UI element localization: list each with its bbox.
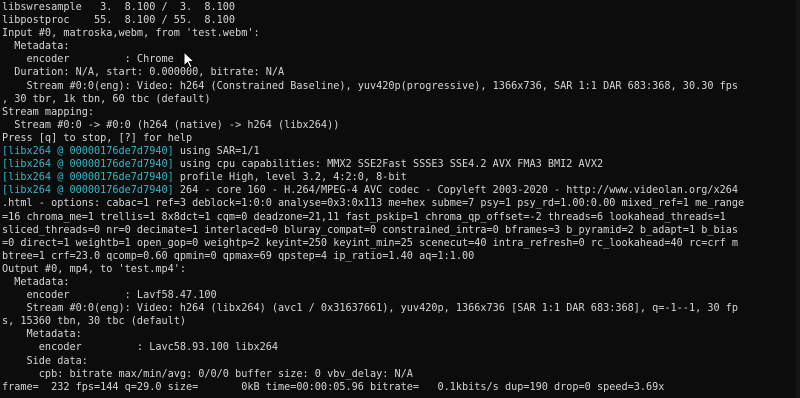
line-text: =0 direct=1 weightb=1 open_gop=0 weightp… xyxy=(2,237,739,249)
line-text: frame= 232 fps=144 q=29.0 size= 0kB time… xyxy=(2,381,665,393)
terminal-line: .html - options: cabac=1 ref=3 deblock=1… xyxy=(2,197,800,210)
terminal-line: Metadata: xyxy=(2,328,800,341)
line-text: Press [q] to stop, [?] for help xyxy=(2,132,193,144)
terminal-window[interactable]: libswresample 3. 8.100 / 3. 8.100 libpost… xyxy=(0,0,800,398)
terminal-line: [libx264 @ 00000176de7d7940] profile Hig… xyxy=(2,171,800,184)
terminal-line: cpb: bitrate max/min/avg: 0/0/0 buffer s… xyxy=(2,368,800,381)
line-text: sliced_threads=0 nr=0 decimate=1 interla… xyxy=(2,224,739,236)
line-text: Duration: N/A, start: 0.000000, bitrate:… xyxy=(2,67,285,79)
log-source-tag: [libx264 @ 00000176de7d7940] xyxy=(2,172,174,184)
terminal-line: Output #0, mp4, to 'test.mp4': xyxy=(2,263,800,276)
line-text: btree=1 crf=23.0 qcomp=0.60 qpmin=0 qpma… xyxy=(2,250,475,262)
terminal-line: Duration: N/A, start: 0.000000, bitrate:… xyxy=(2,66,800,79)
line-text: s, 15360 tbn, 30 tbc (default) xyxy=(2,316,187,328)
line-text: =16 chroma_me=1 trellis=1 8x8dct=1 cqm=0… xyxy=(2,211,726,223)
log-source-tag: [libx264 @ 00000176de7d7940] xyxy=(2,159,174,171)
log-source-tag: [libx264 @ 00000176de7d7940] xyxy=(2,146,174,158)
terminal-line: Stream mapping: xyxy=(2,106,800,119)
terminal-output: libswresample 3. 8.100 / 3. 8.100 libpost… xyxy=(2,1,800,394)
terminal-line: Side data: xyxy=(2,355,800,368)
line-text: Side data: xyxy=(2,355,88,367)
terminal-line: =0 direct=1 weightb=1 open_gop=0 weightp… xyxy=(2,237,800,250)
terminal-line: encoder : Lavc58.93.100 libx264 xyxy=(2,341,800,354)
mouse-pointer-icon xyxy=(183,51,195,69)
line-text: Input #0, matroska,webm, from 'test.webm… xyxy=(2,28,260,40)
terminal-line: frame= 232 fps=144 q=29.0 size= 0kB time… xyxy=(2,381,800,394)
terminal-line: , 30 tbr, 1k tbn, 60 tbc (default) xyxy=(2,93,800,106)
terminal-line: =16 chroma_me=1 trellis=1 8x8dct=1 cqm=0… xyxy=(2,211,800,224)
terminal-line: Input #0, matroska,webm, from 'test.webm… xyxy=(2,27,800,40)
terminal-line: Stream #0:0(eng): Video: h264 (libx264) … xyxy=(2,302,800,315)
line-text: Stream #0:0(eng): Video: h264 (Constrain… xyxy=(2,80,739,92)
terminal-line: sliced_threads=0 nr=0 decimate=1 interla… xyxy=(2,224,800,237)
terminal-line: [libx264 @ 00000176de7d7940] using SAR=1… xyxy=(2,145,800,158)
line-text: libswresample 3. 8.100 / 3. 8.100 xyxy=(2,2,236,13)
line-text: encoder : Lavc58.93.100 libx264 xyxy=(2,342,279,354)
line-text: Stream mapping: xyxy=(2,106,95,118)
line-text: Stream #0:0(eng): Video: h264 (libx264) … xyxy=(2,303,739,315)
terminal-line: libpostproc 55. 8.100 / 55. 8.100 xyxy=(2,14,800,27)
terminal-line: Stream #0:0 -> #0:0 (h264 (native) -> h2… xyxy=(2,119,800,132)
terminal-line: [libx264 @ 00000176de7d7940] using cpu c… xyxy=(2,158,800,171)
terminal-line: Metadata: xyxy=(2,276,800,289)
line-text: encoder : Lavf58.47.100 xyxy=(2,290,217,302)
terminal-line: encoder : Lavf58.47.100 xyxy=(2,289,800,302)
line-text: 264 - core 160 - H.264/MPEG-4 AVC codec … xyxy=(173,185,739,197)
line-text: Metadata: xyxy=(2,276,70,288)
line-text: using SAR=1/1 xyxy=(173,146,260,158)
line-text: .html - options: cabac=1 ref=3 deblock=1… xyxy=(2,198,745,210)
line-text: encoder : Chrome xyxy=(2,54,174,66)
line-text: cpb: bitrate max/min/avg: 0/0/0 buffer s… xyxy=(2,368,413,380)
line-text: libpostproc 55. 8.100 / 55. 8.100 xyxy=(2,15,236,27)
terminal-line: Metadata: xyxy=(2,40,800,53)
line-text: using cpu capabilities: MMX2 SSE2Fast SS… xyxy=(173,159,604,171)
terminal-line: btree=1 crf=23.0 qcomp=0.60 qpmin=0 qpma… xyxy=(2,250,800,263)
line-text: Metadata: xyxy=(2,41,70,53)
terminal-line: Stream #0:0(eng): Video: h264 (Constrain… xyxy=(2,80,800,93)
terminal-line: Press [q] to stop, [?] for help xyxy=(2,132,800,145)
line-text: Output #0, mp4, to 'test.mp4': xyxy=(2,263,187,275)
log-source-tag: [libx264 @ 00000176de7d7940] xyxy=(2,185,174,197)
terminal-line: s, 15360 tbn, 30 tbc (default) xyxy=(2,315,800,328)
line-text: , 30 tbr, 1k tbn, 60 tbc (default) xyxy=(2,93,211,105)
terminal-line: encoder : Chrome xyxy=(2,53,800,66)
scrollbar[interactable] xyxy=(796,0,800,398)
line-text: profile High, level 3.2, 4:2:0, 8-bit xyxy=(173,172,407,184)
line-text: Metadata: xyxy=(2,329,82,341)
terminal-line: [libx264 @ 00000176de7d7940] 264 - core … xyxy=(2,184,800,197)
terminal-line: libswresample 3. 8.100 / 3. 8.100 xyxy=(2,1,800,14)
line-text: Stream #0:0 -> #0:0 (h264 (native) -> h2… xyxy=(2,119,340,131)
